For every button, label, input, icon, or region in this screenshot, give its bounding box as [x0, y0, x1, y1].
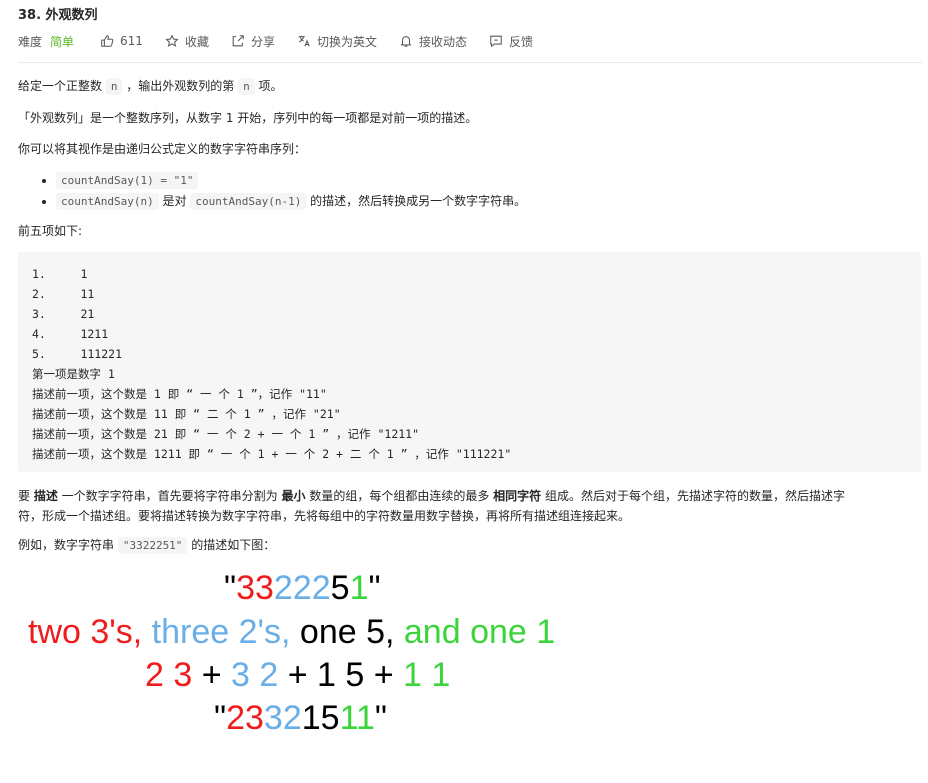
- text: 项。: [254, 79, 283, 93]
- bell-icon: [400, 36, 412, 47]
- group-black: + 1 5 +: [278, 656, 404, 694]
- language-switch-button[interactable]: 切换为英文: [297, 33, 377, 50]
- inline-code: countAndSay(n-1): [190, 193, 307, 210]
- group-red: 23: [226, 699, 264, 737]
- group-red: 2 3: [145, 656, 193, 694]
- example-code-block: 1. 1 2. 11 3. 21 4. 1211 5. 111221 第一项是数…: [18, 252, 921, 472]
- feedback-icon: [490, 35, 502, 48]
- subscribe-button[interactable]: 接收动态: [399, 33, 467, 50]
- group-green: and one 1: [403, 613, 556, 651]
- feedback-button[interactable]: 反馈: [489, 33, 533, 50]
- feedback-label: 反馈: [509, 34, 534, 49]
- description-paragraph-3: 你可以将其视作是由递归公式定义的数字字符串序列：: [18, 142, 307, 156]
- description-paragraph-2: 「外观数列」是一个整数序列，从数字 1 开始，序列中的每一项都是对前一项的描述。: [18, 111, 478, 125]
- difficulty-label: 难度: [18, 34, 43, 49]
- group-black: one 5,: [299, 613, 395, 651]
- problem-meta-bar: 难度 简单 611 收藏 分享 切换为英文 接收动态 反馈: [18, 31, 555, 51]
- inline-code: n: [105, 78, 123, 95]
- favorite-button[interactable]: 收藏: [165, 33, 209, 50]
- plus: +: [192, 656, 232, 694]
- figure-line-input: "3322251": [224, 568, 381, 608]
- figure-line-words: two 3's, three 2's, one 5, and one 1: [28, 612, 555, 652]
- figure-line-digits: 2 3 + 3 2 + 1 5 + 1 1: [145, 655, 450, 695]
- bold-text: 相同字符: [493, 489, 542, 503]
- thumbs-up-icon: [101, 35, 114, 47]
- inline-code: countAndSay(1) = "1": [56, 172, 199, 189]
- group-red: two 3's,: [28, 613, 143, 651]
- quote: ": [214, 699, 227, 737]
- example-figure: "3322251" two 3's, three 2's, one 5, and…: [0, 562, 928, 772]
- text: 例如，数字字符串: [18, 538, 118, 552]
- like-button[interactable]: 611: [100, 34, 143, 48]
- figure-line-output: "23321511": [214, 698, 387, 738]
- group-blue: 32: [263, 699, 302, 737]
- quote: ": [374, 699, 387, 737]
- description-paragraph-4: 前五项如下:: [18, 224, 83, 238]
- page-title: 38. 外观数列: [18, 8, 98, 23]
- favorite-label: 收藏: [184, 34, 209, 49]
- definition-list: countAndSay(1) = "1" countAndSay(n) 是对 c…: [36, 170, 526, 212]
- paragraph-line: 要 描述 一个数字字符串，首先要将字符串分割为 最小 数量的组，每个组都由连续的…: [18, 486, 918, 506]
- list-item: countAndSay(1) = "1": [56, 170, 526, 191]
- text: 数量的组，每个组都由连续的最多: [305, 489, 494, 503]
- text: 是对: [158, 194, 191, 208]
- text: 要: [18, 489, 34, 503]
- list-item: countAndSay(n) 是对 countAndSay(n-1) 的描述，然…: [56, 191, 526, 212]
- group-black: 15: [301, 699, 340, 737]
- group-blue: three 2's,: [151, 613, 291, 651]
- difficulty-value: 简单: [50, 34, 75, 49]
- like-count: 611: [120, 34, 143, 48]
- group-blue: 3 2: [231, 656, 279, 694]
- description-paragraph-6: 例如，数字字符串 "3322251" 的描述如下图：: [18, 535, 275, 556]
- share-icon: [232, 35, 244, 47]
- quote: ": [368, 569, 381, 607]
- share-button[interactable]: 分享: [231, 33, 275, 50]
- quote: ": [224, 569, 237, 607]
- group-green: 1: [349, 569, 369, 607]
- divider: [18, 62, 922, 63]
- bold-text: 最小: [281, 489, 306, 503]
- description-paragraph-5: 要 描述 一个数字字符串，首先要将字符串分割为 最小 数量的组，每个组都由连续的…: [18, 486, 918, 526]
- text: 给定一个正整数: [18, 79, 106, 93]
- text: 一个数字字符串，首先要将字符串分割为: [57, 489, 282, 503]
- bold-text: 描述: [33, 489, 58, 503]
- description-paragraph-1: 给定一个正整数 n ，输出外观数列的第 n 项。: [18, 76, 283, 97]
- text: 的描述如下图：: [187, 538, 276, 552]
- inline-code: countAndSay(n): [56, 193, 159, 210]
- group-black: 5: [330, 569, 350, 607]
- text: 的描述，然后转换成另一个数字字符串。: [306, 194, 527, 208]
- text: ，输出外观数列的第: [122, 79, 239, 93]
- star-icon: [165, 34, 179, 47]
- text: 组成。然后对于每个组，先描述字符的数量，然后描述字: [541, 489, 845, 503]
- inline-code: n: [238, 78, 255, 95]
- paragraph-line: 符，形成一个描述组。要将描述转换为数字字符串，先将每组中的字符数量用数字替换，再…: [18, 509, 631, 523]
- share-label: 分享: [250, 34, 275, 49]
- language-switch-label: 切换为英文: [316, 34, 377, 49]
- translate-icon: [298, 35, 310, 47]
- group-blue: 222: [273, 569, 331, 607]
- group-green: 11: [339, 699, 375, 737]
- group-green: 1 1: [403, 656, 451, 694]
- group-red: 33: [236, 569, 274, 607]
- subscribe-label: 接收动态: [418, 34, 467, 49]
- inline-code: "3322251": [117, 537, 188, 554]
